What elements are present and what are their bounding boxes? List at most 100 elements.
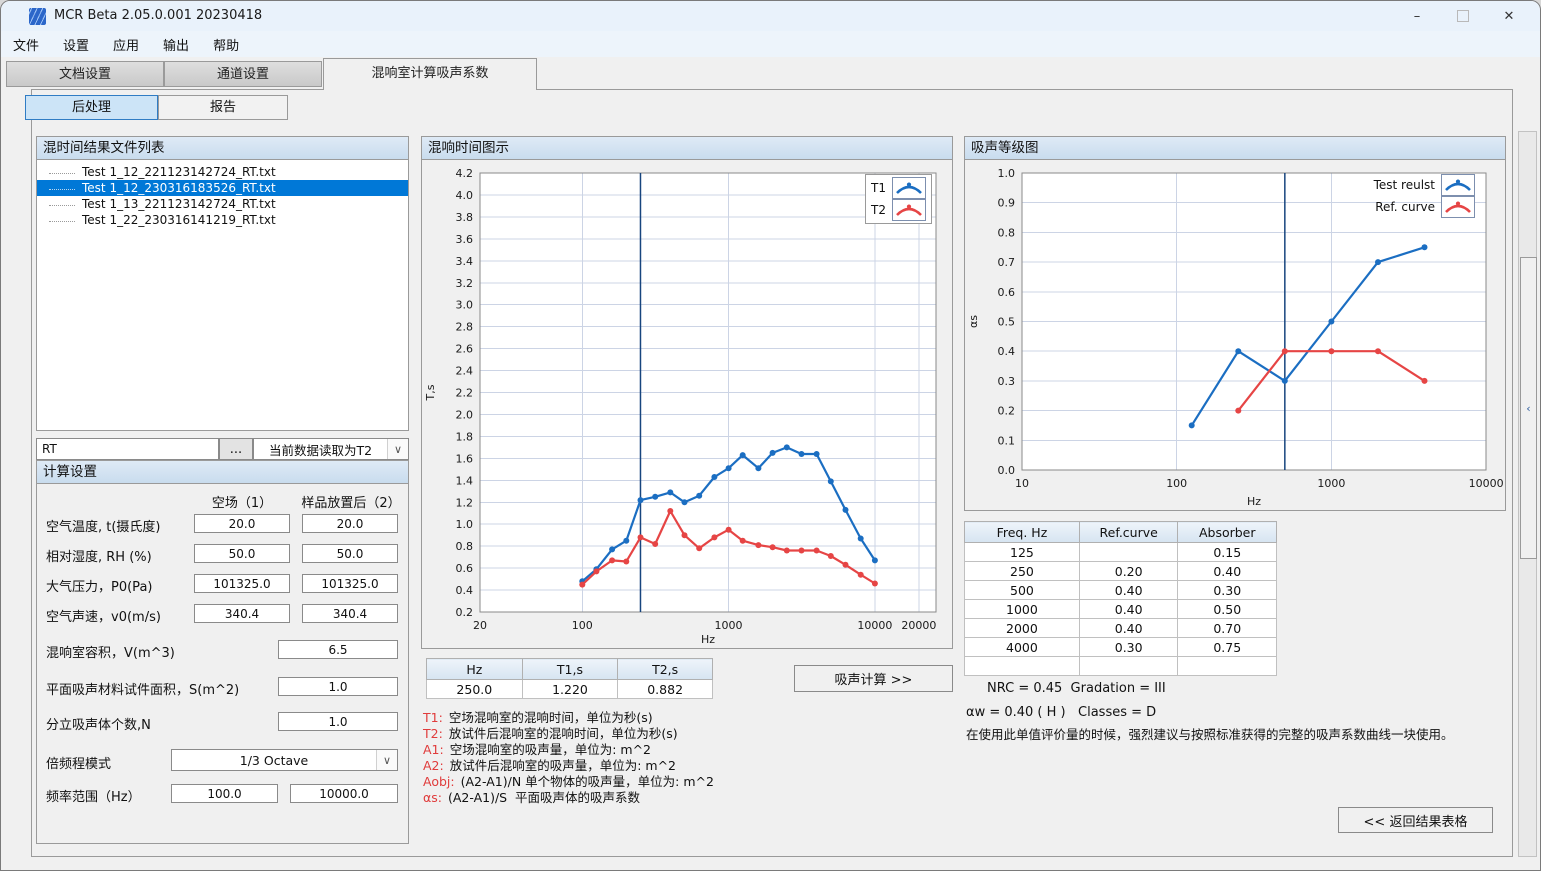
rt-name-input[interactable] — [36, 438, 219, 460]
svg-text:1000: 1000 — [715, 619, 743, 632]
air-temp-input-1[interactable] — [194, 514, 290, 533]
svg-text:1000: 1000 — [1317, 477, 1345, 490]
menu-bar: 文件 设置 应用 输出 帮助 — [1, 31, 1540, 57]
file-list[interactable]: Test 1_12_221123142724_RT.txt Test 1_12_… — [36, 160, 409, 431]
file-list-panel-header: 混时间结果文件列表 — [36, 136, 409, 160]
tree-line-icon — [49, 188, 75, 190]
aw-result-text: αw = 0.40 ( H ) Classes = D — [966, 705, 1156, 720]
humidity-input-2[interactable] — [302, 544, 398, 563]
svg-text:10000: 10000 — [1469, 477, 1504, 490]
table-row: 1250.15 — [965, 543, 1277, 562]
humidity-label: 相对湿度, RH (%) — [46, 546, 152, 565]
rt-table-cell: 1.220 — [522, 680, 618, 699]
table-row — [965, 657, 1277, 676]
svg-text:2.2: 2.2 — [456, 387, 474, 400]
absorber-table-header: Freq. Hz — [965, 522, 1080, 543]
close-button[interactable]: ✕ — [1486, 1, 1532, 31]
file-item[interactable]: Test 1_22_230316141219_RT.txt — [37, 212, 408, 228]
tab-doc-settings[interactable]: 文档设置 — [6, 61, 164, 87]
octave-mode-dropdown[interactable]: 1/3 Octave ∨ — [171, 749, 398, 771]
svg-text:4.2: 4.2 — [456, 167, 474, 180]
file-item[interactable]: Test 1_12_221123142724_RT.txt — [37, 164, 408, 180]
data-read-mode-dropdown[interactable]: 当前数据读取为T2 ∨ — [253, 438, 409, 460]
calc-settings-header: 计算设置 — [36, 460, 409, 484]
svg-text:Hz: Hz — [701, 633, 715, 646]
svg-text:0.8: 0.8 — [456, 540, 474, 553]
room-volume-label: 混响室容积，V(m^3) — [46, 642, 175, 661]
browse-button[interactable]: ... — [219, 438, 253, 460]
abs-chart-container: 0.00.10.20.30.40.50.60.70.80.91.01010010… — [964, 160, 1506, 511]
sound-speed-input-1[interactable] — [194, 604, 290, 623]
svg-text:20000: 20000 — [901, 619, 936, 632]
minimize-button[interactable]: – — [1394, 1, 1440, 31]
maximize-icon — [1457, 10, 1469, 22]
sound-speed-input-2[interactable] — [302, 604, 398, 623]
menu-item-help[interactable]: 帮助 — [201, 35, 251, 54]
svg-text:0.2: 0.2 — [456, 606, 474, 619]
humidity-input-1[interactable] — [194, 544, 290, 563]
column-header-empty-room: 空场（1） — [194, 492, 290, 511]
menu-item-file[interactable]: 文件 — [1, 35, 51, 54]
file-item-selected[interactable]: Test 1_12_230316183526_RT.txt — [37, 180, 408, 196]
pressure-input-1[interactable] — [194, 574, 290, 593]
chevron-down-icon: ∨ — [376, 750, 397, 770]
back-to-results-button[interactable]: << 返回结果表格 — [1338, 807, 1493, 833]
room-volume-input[interactable] — [278, 640, 398, 659]
rt-chart-container: 0.20.40.60.81.01.21.41.61.82.02.22.42.62… — [421, 160, 953, 649]
svg-text:3.4: 3.4 — [456, 255, 474, 268]
note-line: αs:(A2-A1)/S 平面吸声体的吸声系数 — [423, 787, 640, 806]
menu-item-settings[interactable]: 设置 — [51, 35, 101, 54]
svg-text:10000: 10000 — [857, 619, 892, 632]
t1-curve-icon — [892, 177, 926, 199]
window-controls: – ✕ — [1394, 1, 1532, 31]
pressure-input-2[interactable] — [302, 574, 398, 593]
tab-strip: 文档设置 通道设置 混响室计算吸声系数 — [1, 57, 1540, 90]
collapse-panel-button[interactable]: ‹ — [1520, 257, 1537, 559]
svg-text:4.0: 4.0 — [456, 189, 474, 202]
svg-text:1.6: 1.6 — [456, 452, 474, 465]
absorber-count-input[interactable] — [278, 712, 398, 731]
rt-table-header: T1,s — [522, 659, 618, 680]
side-panel-strip: ‹ — [1518, 131, 1537, 857]
rt-chart-svg[interactable]: 0.20.40.60.81.01.21.41.61.82.02.22.42.62… — [422, 160, 952, 647]
subtab-postprocess[interactable]: 后处理 — [25, 95, 158, 120]
tab-channel-settings[interactable]: 通道设置 — [164, 61, 322, 87]
svg-text:0.6: 0.6 — [998, 286, 1016, 299]
usage-note-text: 在使用此单值评价量的时候，强烈建议与按照标准获得的完整的吸声系数曲线一块使用。 — [966, 724, 1506, 743]
sample-area-input[interactable] — [278, 677, 398, 696]
svg-text:0.2: 0.2 — [998, 405, 1016, 418]
svg-text:0.1: 0.1 — [998, 434, 1016, 447]
table-row: 5000.400.30 — [965, 581, 1277, 600]
ref-curve-icon — [1441, 196, 1475, 218]
svg-text:0.8: 0.8 — [998, 226, 1016, 239]
t2-curve-icon — [892, 199, 926, 221]
svg-text:Hz: Hz — [1247, 495, 1261, 508]
freq-range-high-input[interactable] — [290, 784, 398, 803]
abs-chart-legend: Test reulst Ref. curve — [1369, 172, 1480, 220]
svg-text:100: 100 — [1166, 477, 1187, 490]
sample-area-label: 平面吸声材料试件面积，S(m^2) — [46, 679, 239, 698]
absorption-calc-button[interactable]: 吸声计算 >> — [794, 665, 953, 692]
menu-item-application[interactable]: 应用 — [101, 35, 151, 54]
octave-mode-label: 倍频程模式 — [46, 753, 111, 772]
air-temp-input-2[interactable] — [302, 514, 398, 533]
svg-text:3.8: 3.8 — [456, 211, 474, 224]
freq-range-low-input[interactable] — [171, 784, 278, 803]
svg-text:0.9: 0.9 — [998, 197, 1016, 210]
svg-text:1.4: 1.4 — [456, 474, 474, 487]
file-item[interactable]: Test 1_13_221123142724_RT.txt — [37, 196, 408, 212]
column-header-with-sample: 样品放置后（2） — [296, 492, 406, 511]
app-logo-icon — [29, 8, 46, 25]
table-row: 20000.400.70 — [965, 619, 1277, 638]
subtab-report[interactable]: 报告 — [158, 95, 288, 120]
tree-line-icon — [49, 220, 75, 222]
abs-chart-panel-header: 吸声等级图 — [964, 136, 1506, 160]
maximize-button[interactable] — [1440, 1, 1486, 31]
menu-item-output[interactable]: 输出 — [151, 35, 201, 54]
svg-text:1.0: 1.0 — [456, 518, 474, 531]
svg-text:0.4: 0.4 — [456, 584, 474, 597]
tab-reverb-absorption[interactable]: 混响室计算吸声系数 — [323, 58, 537, 90]
svg-text:0.7: 0.7 — [998, 256, 1016, 269]
pressure-label: 大气压力，P0(Pa) — [46, 576, 152, 595]
svg-text:1.0: 1.0 — [998, 167, 1016, 180]
